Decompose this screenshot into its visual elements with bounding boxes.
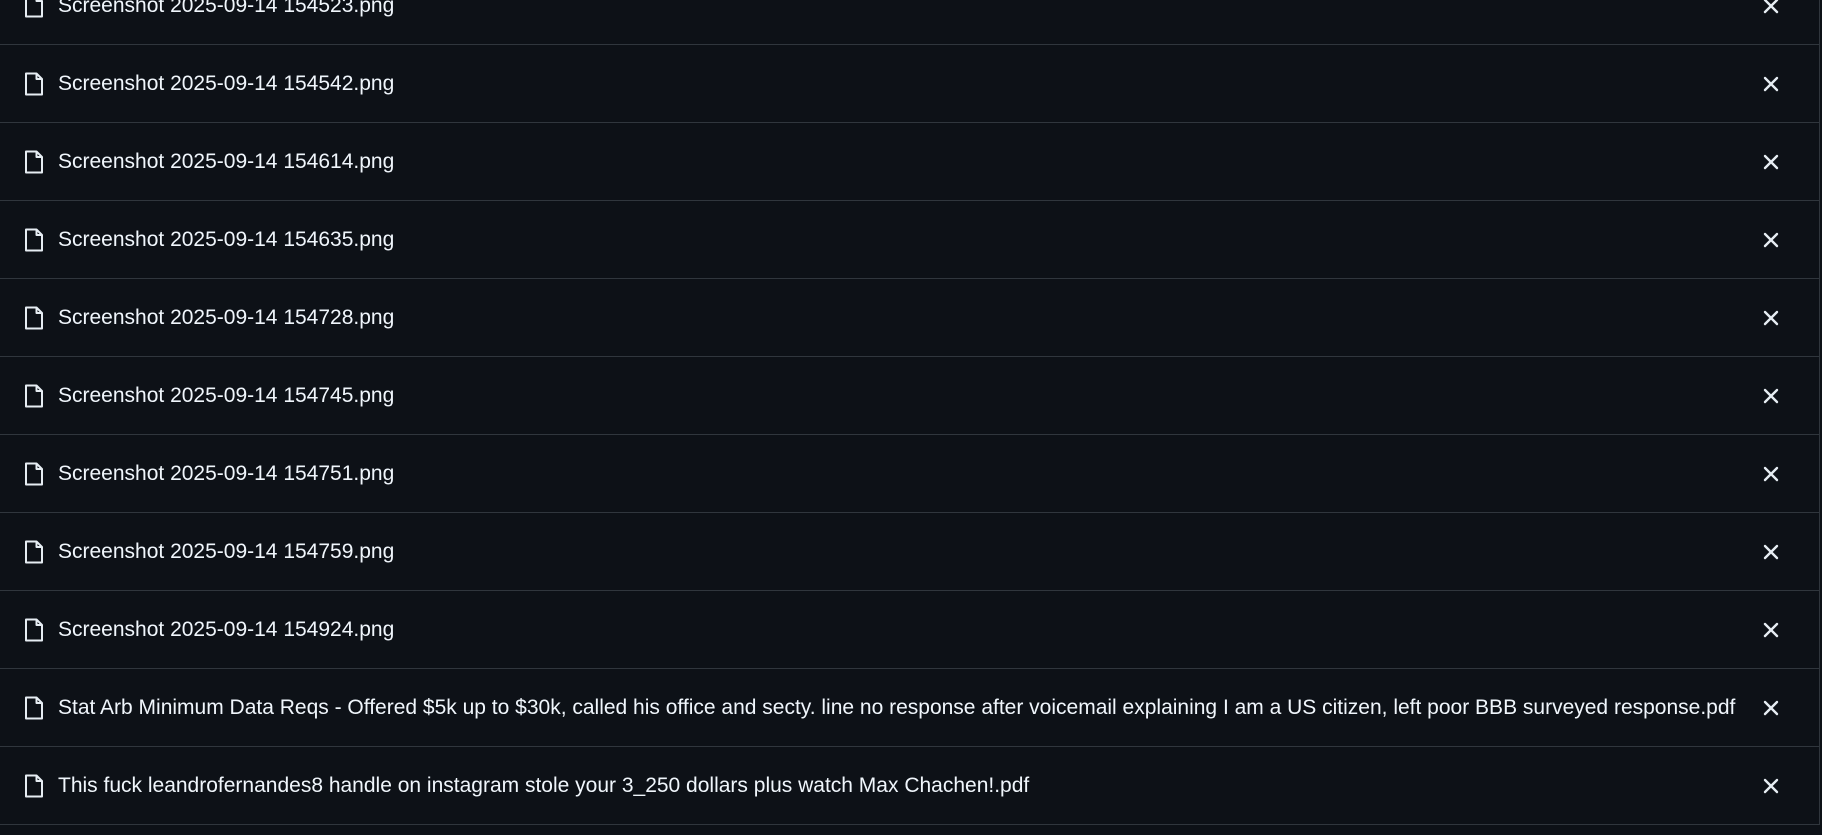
file-name: This fuck leandrofernandes8 handle on in… bbox=[58, 774, 1030, 797]
file-icon bbox=[24, 696, 44, 720]
file-row: Screenshot 2025-09-14 154523.png bbox=[0, 0, 1819, 45]
remove-file-button[interactable] bbox=[1759, 72, 1783, 96]
file-icon bbox=[24, 228, 44, 252]
close-icon bbox=[1763, 700, 1779, 716]
close-icon bbox=[1763, 76, 1779, 92]
file-row: Screenshot 2025-09-14 154728.png bbox=[0, 279, 1819, 357]
file-icon bbox=[24, 384, 44, 408]
file-name: Screenshot 2025-09-14 154759.png bbox=[58, 540, 395, 563]
attached-files-list: Screenshot 2025-09-14 154523.png Screens… bbox=[0, 0, 1820, 825]
file-name: Screenshot 2025-09-14 154523.png bbox=[58, 0, 395, 17]
file-name: Stat Arb Minimum Data Reqs - Offered $5k… bbox=[58, 696, 1736, 719]
file-row: Screenshot 2025-09-14 154542.png bbox=[0, 45, 1819, 123]
file-icon bbox=[24, 0, 44, 18]
remove-file-button[interactable] bbox=[1759, 150, 1783, 174]
file-icon bbox=[24, 540, 44, 564]
close-icon bbox=[1763, 466, 1779, 482]
file-row: Screenshot 2025-09-14 154614.png bbox=[0, 123, 1819, 201]
file-row: Screenshot 2025-09-14 154759.png bbox=[0, 513, 1819, 591]
close-icon bbox=[1763, 388, 1779, 404]
close-icon bbox=[1763, 232, 1779, 248]
file-icon bbox=[24, 618, 44, 642]
file-name: Screenshot 2025-09-14 154728.png bbox=[58, 306, 395, 329]
file-row: Screenshot 2025-09-14 154924.png bbox=[0, 591, 1819, 669]
file-row: This fuck leandrofernandes8 handle on in… bbox=[0, 747, 1819, 825]
file-icon bbox=[24, 774, 44, 798]
file-icon bbox=[24, 462, 44, 486]
file-name: Screenshot 2025-09-14 154614.png bbox=[58, 150, 395, 173]
remove-file-button[interactable] bbox=[1759, 618, 1783, 642]
file-row: Screenshot 2025-09-14 154751.png bbox=[0, 435, 1819, 513]
remove-file-button[interactable] bbox=[1759, 228, 1783, 252]
file-icon bbox=[24, 306, 44, 330]
file-name: Screenshot 2025-09-14 154635.png bbox=[58, 228, 395, 251]
file-icon bbox=[24, 150, 44, 174]
remove-file-button[interactable] bbox=[1759, 462, 1783, 486]
close-icon bbox=[1763, 154, 1779, 170]
remove-file-button[interactable] bbox=[1759, 306, 1783, 330]
close-icon bbox=[1763, 778, 1779, 794]
file-name: Screenshot 2025-09-14 154924.png bbox=[58, 618, 395, 641]
remove-file-button[interactable] bbox=[1759, 696, 1783, 720]
file-name: Screenshot 2025-09-14 154745.png bbox=[58, 384, 395, 407]
remove-file-button[interactable] bbox=[1759, 774, 1783, 798]
close-icon bbox=[1763, 622, 1779, 638]
close-icon bbox=[1763, 310, 1779, 326]
remove-file-button[interactable] bbox=[1759, 384, 1783, 408]
file-row: Screenshot 2025-09-14 154635.png bbox=[0, 201, 1819, 279]
remove-file-button[interactable] bbox=[1759, 0, 1783, 18]
file-row: Screenshot 2025-09-14 154745.png bbox=[0, 357, 1819, 435]
file-name: Screenshot 2025-09-14 154542.png bbox=[58, 72, 395, 95]
file-name: Screenshot 2025-09-14 154751.png bbox=[58, 462, 395, 485]
remove-file-button[interactable] bbox=[1759, 540, 1783, 564]
file-icon bbox=[24, 72, 44, 96]
close-icon bbox=[1763, 0, 1779, 14]
file-row: Stat Arb Minimum Data Reqs - Offered $5k… bbox=[0, 669, 1819, 747]
close-icon bbox=[1763, 544, 1779, 560]
